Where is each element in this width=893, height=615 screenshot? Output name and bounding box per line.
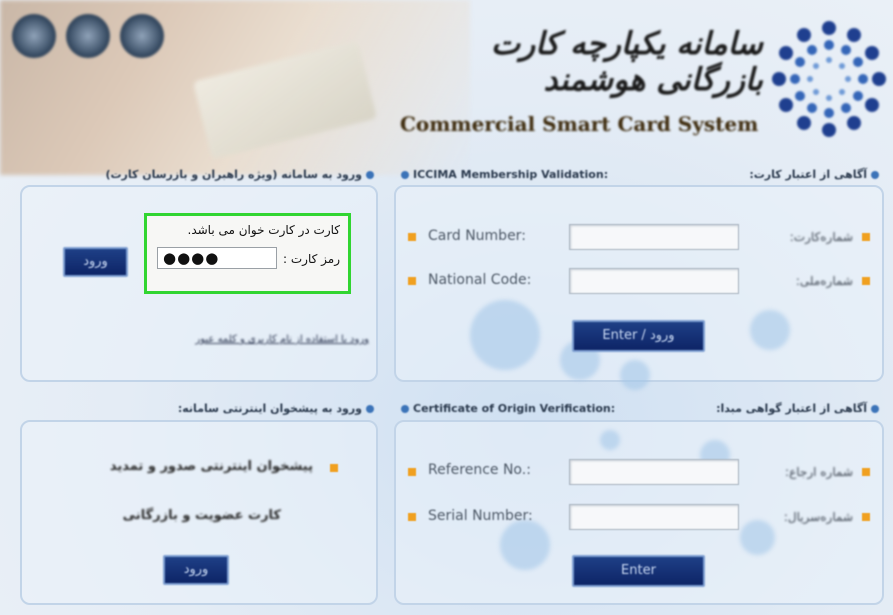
national-code-label: National Code:: [428, 272, 532, 288]
row-bullet-icon: [862, 513, 870, 521]
emblem-seal-2: [66, 14, 110, 58]
origin-heading-fa: آگاهی از اعتبار گواهی مبدا:: [716, 402, 883, 415]
card-number-label: Card Number:: [428, 228, 526, 244]
serial-number-label: Serial Number:: [428, 508, 533, 524]
decor-circle: [750, 310, 790, 350]
heading-bullet-icon: [366, 171, 374, 179]
origin-heading-en: Certificate of Origin Verification:: [397, 402, 615, 415]
national-code-label-fa: شماره‌ملی:: [795, 274, 853, 288]
card-pin-dialog: کارت در کارت خوان می باشد. رمز کارت : ●●…: [144, 213, 351, 294]
dotted-circle-logo-icon: [772, 21, 886, 137]
counter-description-line1: پیشخوان اینترنتی صدور و تمدید: [109, 459, 313, 474]
emblem-seal-1: [12, 14, 56, 58]
decor-circle: [600, 430, 620, 450]
national-code-input[interactable]: [569, 268, 739, 294]
emblem-seal-3: [120, 14, 164, 58]
counter-login-button[interactable]: ورود: [163, 555, 229, 585]
brand-title-fa: سامانه یکپارچه کارت بازرگانی هوشمند: [491, 26, 763, 98]
card-pin-input[interactable]: ●●●●: [157, 247, 277, 269]
brand-title-en: Commercial Smart Card System: [400, 112, 759, 136]
row-bullet-icon: [862, 233, 870, 241]
row-bullet-icon: [862, 277, 870, 285]
username-password-login-link[interactable]: ورود با استفاده از نام کاربری و کلمه عبو…: [195, 334, 369, 345]
row-bullet-icon: [408, 233, 416, 241]
heading-bullet-icon: [401, 405, 409, 413]
membership-heading-fa: آگاهی از اعتبار کارت:: [749, 168, 883, 181]
row-bullet-icon: [408, 513, 416, 521]
decor-circle: [500, 520, 550, 570]
decor-circle: [740, 520, 775, 555]
reference-no-label-fa: شماره ارجاع:: [785, 465, 853, 479]
serial-number-label-fa: شماره‌سریال:: [783, 510, 853, 524]
card-number-label-fa: شماره‌کارت:: [789, 230, 853, 244]
row-bullet-icon: [408, 468, 416, 476]
card-pin-label: رمز کارت :: [283, 252, 340, 266]
card-in-reader-message: کارت در کارت خوان می باشد.: [187, 223, 341, 237]
login-section-heading: ورود به سامانه (ویژه راهبران و بازرسان ک…: [105, 168, 378, 181]
row-bullet-icon: [330, 464, 338, 472]
serial-number-input[interactable]: [569, 504, 739, 530]
heading-bullet-icon: [871, 171, 879, 179]
decor-circle: [470, 300, 540, 370]
reference-no-label: Reference No.:: [428, 462, 531, 478]
membership-heading-en: ICCIMA Membership Validation:: [397, 168, 608, 181]
membership-enter-button[interactable]: Enter / ورود: [572, 320, 705, 352]
card-number-input[interactable]: [569, 224, 739, 250]
reference-no-input[interactable]: [569, 459, 739, 485]
login-button[interactable]: ورود: [63, 247, 128, 277]
heading-bullet-icon: [871, 405, 879, 413]
row-bullet-icon: [408, 277, 416, 285]
origin-enter-button[interactable]: Enter: [572, 555, 705, 587]
heading-bullet-icon: [366, 405, 374, 413]
counter-description-line2: کارت عضویت و بازرگانی: [122, 508, 281, 523]
counter-section-heading: ورود به پیشخوان اینترنتی سامانه:: [178, 402, 378, 415]
decor-circle: [620, 360, 650, 390]
row-bullet-icon: [862, 468, 870, 476]
heading-bullet-icon: [401, 171, 409, 179]
